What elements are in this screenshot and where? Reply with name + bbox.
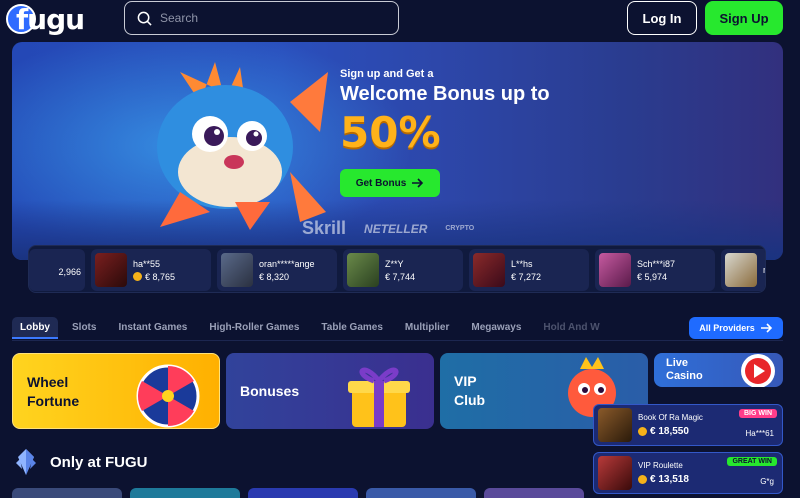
win-user: ha**55 xyxy=(133,258,161,269)
get-bonus-label: Get Bonus xyxy=(355,177,407,189)
game-thumbnail xyxy=(725,253,757,287)
search-input[interactable]: Search xyxy=(124,1,399,35)
win-amount: € 7,272 xyxy=(511,271,542,282)
play-icon xyxy=(741,354,775,387)
gift-box-icon xyxy=(348,367,410,427)
win-user: Z**Y xyxy=(385,258,404,269)
crypto-logo: CRYPTO xyxy=(445,225,475,232)
tab-multiplier[interactable]: Multiplier xyxy=(397,317,457,339)
great-win-badge: GREAT WIN xyxy=(727,457,777,466)
live-casino-card[interactable]: Live Casino xyxy=(654,353,783,387)
recent-wins-ticker: 2,966 ha**55 € 8,765 oran*****ange € 8,3… xyxy=(28,245,766,293)
all-providers-button[interactable]: All Providers xyxy=(689,317,783,339)
game-thumbnail xyxy=(598,408,632,442)
banner-pretitle: Sign up and Get a xyxy=(340,68,434,80)
get-bonus-button[interactable]: Get Bonus xyxy=(340,169,440,197)
great-win-user: G*g xyxy=(760,477,774,486)
great-win-notification[interactable]: VIP Roulette € 13,518 GREAT WIN G*g xyxy=(593,452,783,494)
win-user: Sch***i87 xyxy=(637,258,676,269)
great-win-game: VIP Roulette xyxy=(638,461,683,470)
wheel-fortune-label: Wheel Fortune xyxy=(27,374,80,409)
tab-high-roller-games[interactable]: High-Roller Games xyxy=(201,317,307,339)
pufferfish-mascot-icon xyxy=(157,62,328,230)
game-thumbnail xyxy=(473,253,505,287)
top-bar: fugu Search Log In Sign Up xyxy=(0,0,800,38)
win-card[interactable]: ha**55 € 8,765 xyxy=(91,249,211,291)
coin-icon xyxy=(133,272,142,281)
search-icon xyxy=(137,11,152,26)
crystal-icon xyxy=(16,449,36,475)
game-tile[interactable] xyxy=(366,488,476,498)
live-casino-label: Live Casino xyxy=(666,357,703,382)
game-tile[interactable] xyxy=(248,488,358,498)
win-card[interactable]: Sch***i87 € 5,974 xyxy=(595,249,715,291)
win-card[interactable]: Z**Y € 7,744 xyxy=(343,249,463,291)
game-thumbnail xyxy=(599,253,631,287)
tab-instant-games[interactable]: Instant Games xyxy=(110,317,195,339)
game-tile[interactable] xyxy=(130,488,240,498)
big-win-amount: € 18,550 xyxy=(650,426,689,437)
big-win-badge: BIG WIN xyxy=(739,409,777,418)
wheel-fortune-card[interactable]: Wheel Fortune xyxy=(12,353,220,429)
neteller-logo: NETELLER xyxy=(364,221,428,236)
big-win-notification[interactable]: Book Of Ra Magic € 18,550 BIG WIN Ha***6… xyxy=(593,404,783,446)
big-win-user: Ha***61 xyxy=(745,429,774,438)
coin-icon xyxy=(638,427,647,436)
bonuses-label: Bonuses xyxy=(240,383,300,399)
tab-lobby[interactable]: Lobby xyxy=(12,317,58,339)
banner-headline: Welcome Bonus up to xyxy=(340,83,550,105)
coin-icon xyxy=(638,475,647,484)
great-win-amount: € 13,518 xyxy=(650,474,689,485)
win-user: oran*****ange xyxy=(259,258,315,269)
game-tile[interactable] xyxy=(12,488,122,498)
big-win-game: Book Of Ra Magic xyxy=(638,413,703,422)
wheel-icon xyxy=(136,364,200,428)
skrill-logo: Skrill xyxy=(302,218,347,238)
search-placeholder: Search xyxy=(160,11,199,25)
tab-table-games[interactable]: Table Games xyxy=(313,317,391,339)
win-amount: 2,966 xyxy=(58,266,81,277)
game-thumbnail xyxy=(347,253,379,287)
game-tile[interactable] xyxy=(484,488,584,498)
win-amount: € 7,744 xyxy=(385,271,416,282)
arrow-right-icon xyxy=(760,323,772,333)
win-user: n* xyxy=(763,265,765,275)
game-thumbnail xyxy=(95,253,127,287)
all-providers-label: All Providers xyxy=(699,323,755,333)
win-card[interactable]: 2,966 xyxy=(29,249,85,291)
game-thumbnail xyxy=(598,456,632,490)
win-card[interactable]: L**hs € 7,272 xyxy=(469,249,589,291)
arrow-right-icon xyxy=(412,178,424,188)
signup-button[interactable]: Sign Up xyxy=(705,1,783,35)
payment-methods: Skrill NETELLER CRYPTO xyxy=(302,218,474,239)
section-title: Only at FUGU xyxy=(50,453,148,471)
win-amount: € 8,765 xyxy=(145,271,176,282)
game-thumbnail xyxy=(221,253,253,287)
tab-slots[interactable]: Slots xyxy=(64,317,104,339)
tabs-divider xyxy=(12,340,783,341)
login-button[interactable]: Log In xyxy=(627,1,697,35)
win-user: L**hs xyxy=(511,258,533,269)
win-card[interactable]: n* xyxy=(721,249,765,291)
fugu-logo[interactable]: fugu xyxy=(6,2,85,36)
win-amount: € 8,320 xyxy=(259,271,290,282)
only-at-fugu-section: Only at FUGU xyxy=(14,449,148,475)
tab-megaways[interactable]: Megaways xyxy=(463,317,529,339)
category-tabs: Lobby Slots Instant Games High-Roller Ga… xyxy=(12,317,692,339)
bonus-percent: 50% xyxy=(340,108,441,157)
vip-club-label: VIP Club xyxy=(454,373,486,408)
bonuses-card[interactable]: Bonuses xyxy=(226,353,434,429)
win-amount: € 5,974 xyxy=(637,271,668,282)
tab-hold-and-win[interactable]: Hold And W xyxy=(535,317,607,339)
welcome-bonus-banner[interactable]: Sign up and Get a Welcome Bonus up to 50… xyxy=(12,42,783,260)
win-card[interactable]: oran*****ange € 8,320 xyxy=(217,249,337,291)
logo-text: fugu xyxy=(16,2,85,36)
